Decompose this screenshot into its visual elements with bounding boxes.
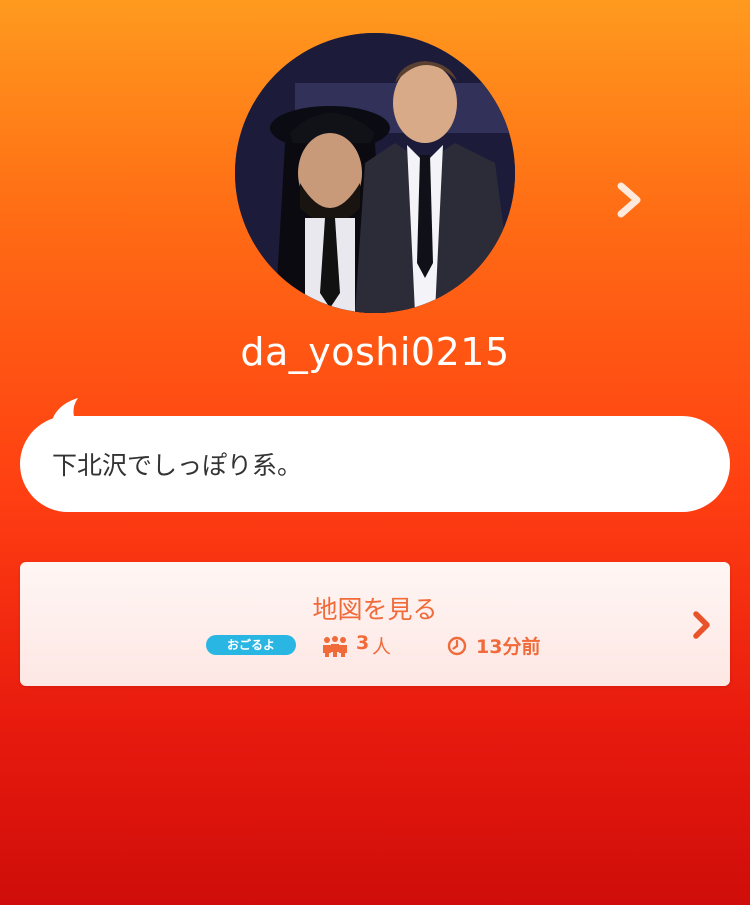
view-map-button[interactable]: 地図を見る おごるよ 3 人 13分前 <box>20 562 730 686</box>
chevron-right-icon <box>693 611 710 639</box>
profile-screen: da_yoshi0215 下北沢でしっぽり系。 地図を見る おごるよ 3 人 1… <box>0 0 750 905</box>
username: da_yoshi0215 <box>240 330 510 374</box>
avatar-photo <box>235 33 515 313</box>
bio-text: 下北沢でしっぽり系。 <box>52 451 303 480</box>
people-unit: 人 <box>372 636 392 658</box>
posted-time: 13分前 <box>476 636 541 658</box>
next-profile-chevron-icon[interactable] <box>612 178 646 222</box>
bio-speech-bubble: 下北沢でしっぽり系。 <box>20 416 730 512</box>
profile-avatar[interactable] <box>235 33 515 313</box>
treat-badge: おごるよ <box>206 635 296 655</box>
people-count: 3 <box>356 632 370 654</box>
people-icon <box>323 636 347 657</box>
meetup-meta-row: おごるよ 3 人 13分前 <box>20 632 730 658</box>
clock-icon <box>447 636 467 656</box>
view-map-label: 地図を見る <box>312 595 438 624</box>
